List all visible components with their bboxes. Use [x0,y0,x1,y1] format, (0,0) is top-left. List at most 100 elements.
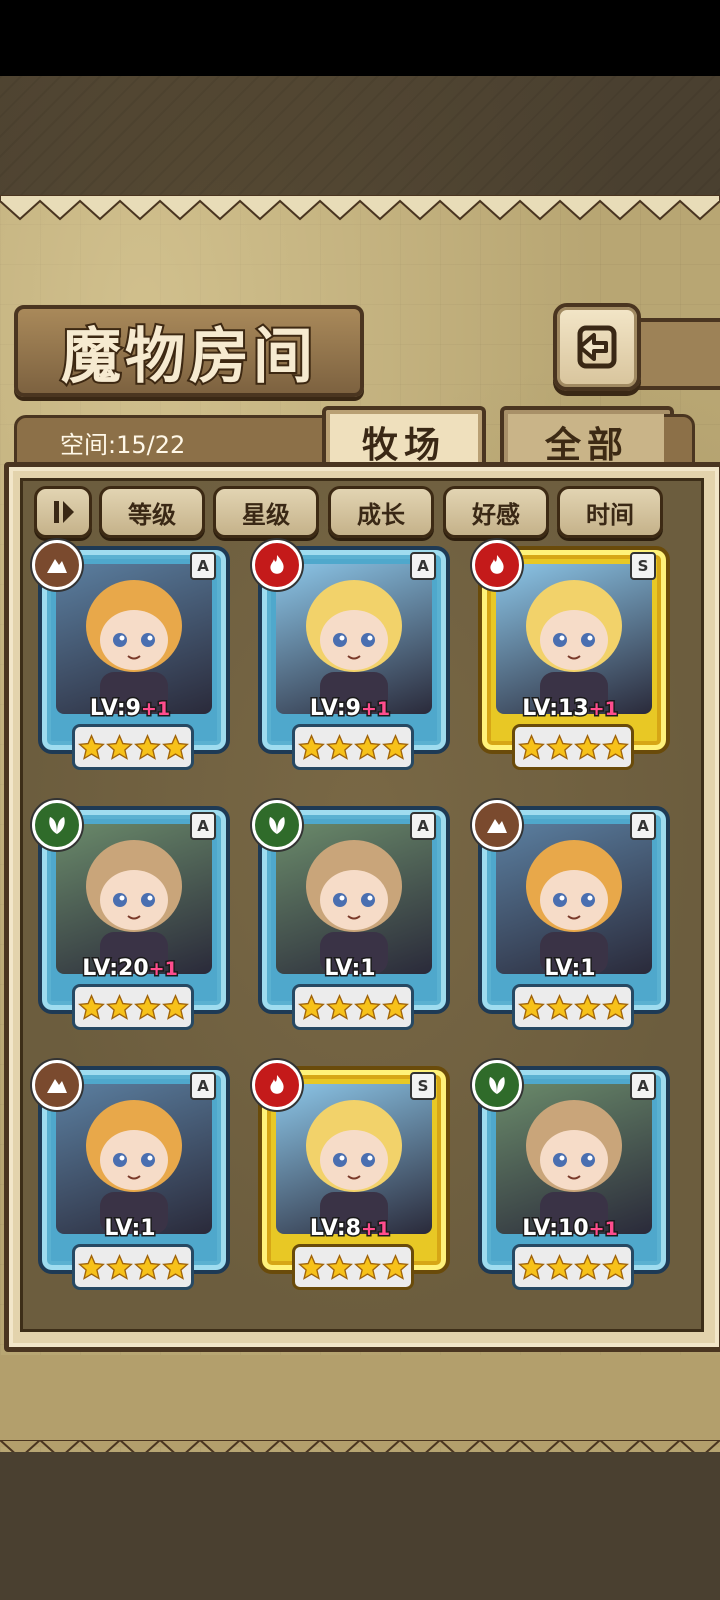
star-icon [297,733,325,761]
rank-badge: A [190,1072,216,1100]
star-rating [512,984,634,1030]
sort-growth-button[interactable]: 成长 [328,486,434,538]
level-bonus: +1 [359,1217,391,1242]
return-arrow-icon [577,325,617,369]
star-icon [353,993,381,1021]
star-icon [77,993,105,1021]
rank-badge: A [190,812,216,840]
star-icon [545,1253,573,1281]
monster-portrait [276,1084,432,1234]
map-background-bottom [0,1452,720,1600]
star-icon [573,733,601,761]
star-icon [161,1253,189,1281]
monster-card[interactable]: A LV:1 [252,800,450,1032]
level-label: LV:1 [472,955,668,983]
monster-card[interactable]: S LV:13+1 [472,540,670,772]
level-value: LV:1 [103,1215,157,1243]
star-rating [72,1244,194,1290]
level-value: LV:1 [323,955,377,983]
star-icon [161,993,189,1021]
star-icon [297,993,325,1021]
star-rating [292,984,414,1030]
element-fire-icon [472,540,522,590]
level-value: LV:9 [88,695,142,723]
element-fire-icon [252,540,302,590]
element-earth-icon [472,800,522,850]
rank-badge: S [410,1072,436,1100]
monster-card[interactable]: A LV:9+1 [252,540,450,772]
level-label: LV:13+1 [472,695,668,723]
sort-affection-button[interactable]: 好感 [443,486,549,538]
star-icon [573,1253,601,1281]
star-icon [133,733,161,761]
monster-portrait [56,564,212,714]
level-bonus: +1 [359,697,391,722]
level-value: LV:13 [521,695,590,723]
level-value: LV:8 [308,1215,362,1243]
level-bonus: +1 [139,697,171,722]
sort-toggle-button[interactable] [34,486,92,538]
star-icon [297,1253,325,1281]
star-icon [601,733,629,761]
star-icon [573,993,601,1021]
monster-card[interactable]: A LV:9+1 [32,540,230,772]
star-icon [105,733,133,761]
element-fire-icon [252,1060,302,1110]
sort-time-button[interactable]: 时间 [557,486,663,538]
star-icon [545,733,573,761]
element-grass-icon [32,800,82,850]
star-icon [353,733,381,761]
rank-badge: A [410,812,436,840]
monster-portrait [496,824,652,974]
monster-card[interactable]: S LV:8+1 [252,1060,450,1292]
monster-portrait [496,564,652,714]
star-icon [161,733,189,761]
star-icon [353,1253,381,1281]
star-icon [381,733,409,761]
star-rating [512,724,634,770]
rank-badge: A [410,552,436,580]
level-value: LV:9 [308,695,362,723]
star-icon [325,1253,353,1281]
star-icon [133,993,161,1021]
capacity-label: 空间:15/22 [60,431,186,459]
level-value: LV:1 [543,955,597,983]
star-rating [512,1244,634,1290]
rank-badge: S [630,552,656,580]
rank-badge: A [190,552,216,580]
monster-portrait [276,564,432,714]
monster-card[interactable]: A LV:1 [32,1060,230,1292]
page-title: 魔物房间 [59,320,317,394]
monster-card[interactable]: A LV:1 [472,800,670,1032]
element-earth-icon [32,1060,82,1110]
star-icon [601,1253,629,1281]
zigzag-border-top [0,195,720,221]
monster-card[interactable]: A LV:10+1 [472,1060,670,1292]
element-earth-icon [32,540,82,590]
level-label: LV:8+1 [252,1215,448,1243]
level-bonus: +1 [587,1217,619,1242]
star-icon [133,1253,161,1281]
element-grass-icon [472,1060,522,1110]
level-label: LV:9+1 [252,695,448,723]
monster-card[interactable]: A LV:20+1 [32,800,230,1032]
star-icon [325,733,353,761]
star-rating [72,984,194,1030]
star-icon [77,1253,105,1281]
monster-portrait [56,824,212,974]
star-icon [105,993,133,1021]
sort-toggle-icon [54,501,74,523]
star-icon [601,993,629,1021]
rank-badge: A [630,1072,656,1100]
monster-portrait [276,824,432,974]
star-icon [77,733,105,761]
level-label: LV:9+1 [32,695,228,723]
star-rating [292,724,414,770]
level-label: LV:1 [32,1215,228,1243]
sort-level-button[interactable]: 等级 [99,486,205,538]
star-icon [517,733,545,761]
back-button[interactable] [553,303,641,391]
title-plate: 魔物房间 [14,305,364,397]
sort-star-button[interactable]: 星级 [213,486,319,538]
star-icon [381,1253,409,1281]
